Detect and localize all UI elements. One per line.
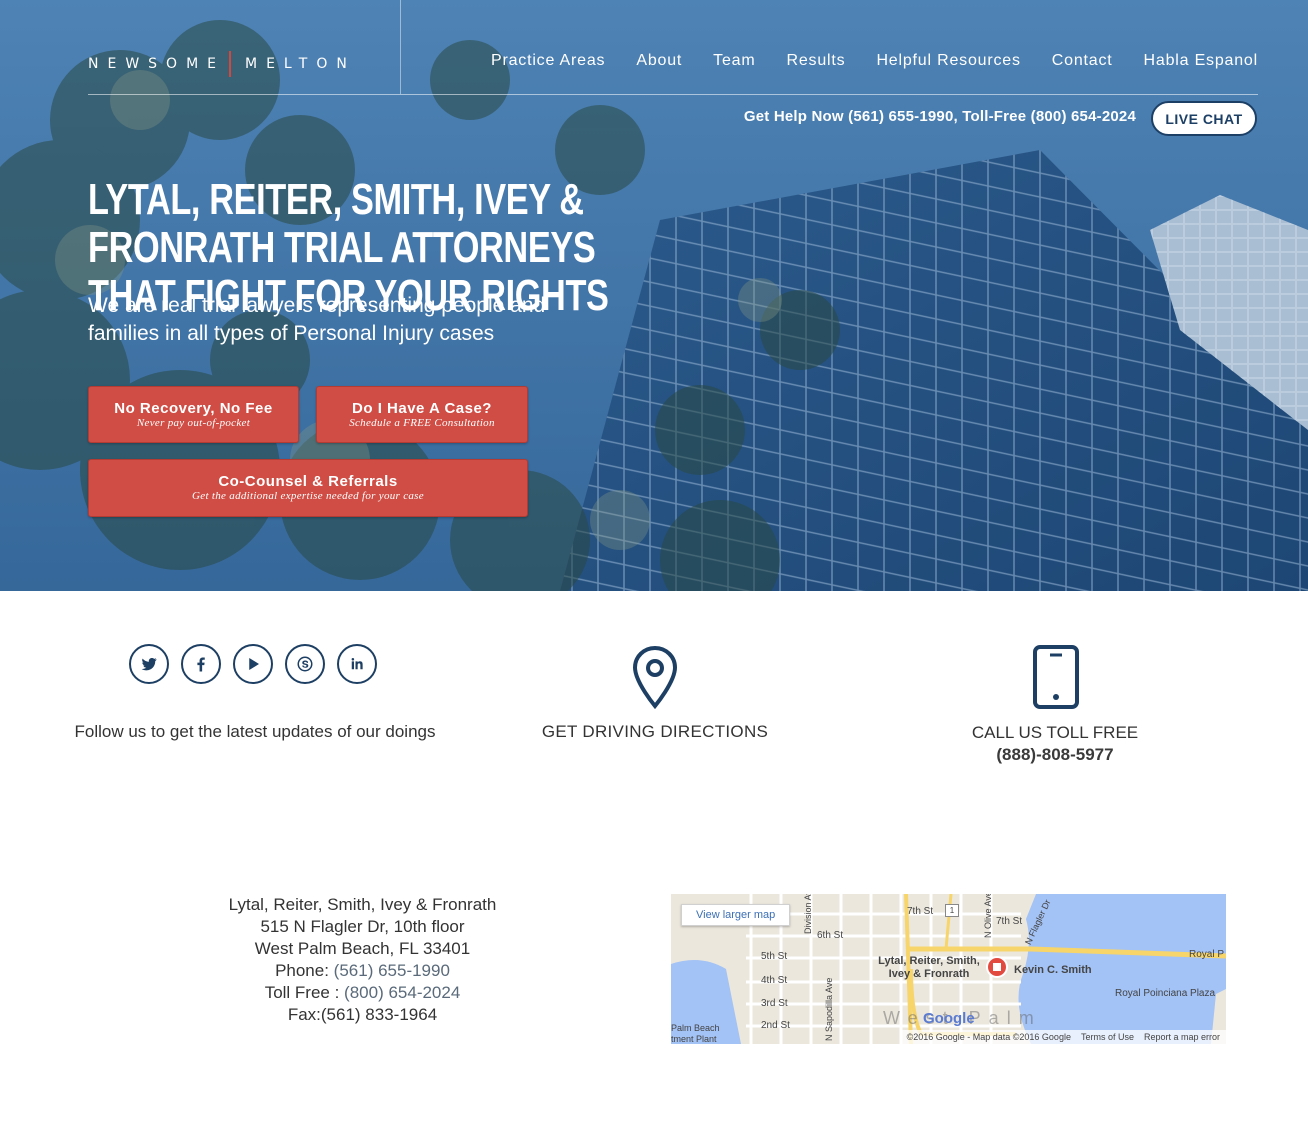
do-i-have-a-case-button[interactable]: Do I Have A Case? Schedule a FREE Consul… (316, 386, 528, 443)
logo-text-right: MELTON (245, 56, 356, 72)
map-footer: ©2016 Google - Map data ©2016 Google Ter… (900, 1030, 1226, 1044)
cta-title: No Recovery, No Fee (114, 399, 273, 417)
map-marker-label-2: Kevin C. Smith (1014, 964, 1092, 976)
nav-helpful-resources[interactable]: Helpful Resources (876, 52, 1020, 70)
phone-label: Phone: (275, 961, 334, 980)
driving-directions-link[interactable]: GET DRIVING DIRECTIONS (500, 722, 810, 742)
hero-banner: NEWSOME MELTON Practice Areas About Team… (0, 0, 1308, 591)
map-street-label: 5th St (761, 951, 788, 962)
call-toll-free-block: CALL US TOLL FREE (888)-808-5977 (905, 722, 1205, 766)
map-pin-icon[interactable] (631, 645, 679, 709)
twitter-icon[interactable] (129, 644, 169, 684)
map-street-label: 7th St (996, 916, 1023, 927)
nav-habla-espanol[interactable]: Habla Espanol (1144, 52, 1258, 70)
map-terms-link[interactable]: Terms of Use (1081, 1032, 1134, 1042)
co-counsel-referrals-button[interactable]: Co-Counsel & Referrals Get the additiona… (88, 459, 528, 517)
call-label: CALL US TOLL FREE (971, 723, 1139, 742)
map-street-label: Division Ave (803, 894, 813, 934)
main-navigation: Practice Areas About Team Results Helpfu… (491, 52, 1258, 70)
help-phone-numbers[interactable]: Get Help Now (561) 655-1990, Toll-Free (… (744, 108, 1136, 125)
phone-line: Phone: (561) 655-1990 (190, 960, 535, 982)
google-logo: Google (923, 1010, 975, 1027)
nav-about[interactable]: About (636, 52, 682, 70)
nav-team[interactable]: Team (713, 52, 755, 70)
facebook-icon[interactable] (181, 644, 221, 684)
cta-subtitle: Never pay out-of-pocket (136, 416, 251, 429)
nav-results[interactable]: Results (786, 52, 845, 70)
map-place-label: Royal Poinciana Plaza (1115, 988, 1216, 999)
tollfree-link[interactable]: (800) 654-2024 (344, 983, 460, 1002)
cta-title: Co-Counsel & Referrals (218, 473, 398, 490)
nav-contact[interactable]: Contact (1052, 52, 1113, 70)
map-street-label: N Olive Ave (983, 894, 993, 938)
map-marker-label: Lytal, Reiter, Smith, Ivey & Fronrath (878, 955, 980, 980)
map-report-error-link[interactable]: Report a map error (1144, 1032, 1220, 1042)
map-street-label: 7th St (907, 906, 934, 917)
youtube-icon[interactable] (233, 644, 273, 684)
no-recovery-no-fee-button[interactable]: No Recovery, No Fee Never pay out-of-poc… (88, 386, 299, 443)
route-shield-icon: 1 (945, 904, 959, 917)
fax-line: Fax:(561) 833-1964 (287, 1005, 438, 1024)
tollfree-line: Toll Free : (800) 654-2024 (190, 982, 535, 1004)
embedded-map[interactable]: View larger map 7th St 6th St 5th St 4th… (671, 894, 1226, 1044)
map-street-label: 6th St (817, 930, 844, 941)
map-street-label: 4th St (761, 975, 788, 986)
skype-icon[interactable] (285, 644, 325, 684)
call-number-link[interactable]: (888)-808-5977 (905, 744, 1205, 766)
firm-name: Lytal, Reiter, Smith, Ivey & Fronrath (228, 895, 497, 914)
nav-practice-areas[interactable]: Practice Areas (491, 52, 605, 70)
social-links (129, 644, 377, 684)
map-copyright: ©2016 Google - Map data ©2016 Google (906, 1032, 1071, 1042)
office-address: Lytal, Reiter, Smith, Ivey & Fronrath 51… (190, 894, 535, 1026)
site-logo[interactable]: NEWSOME MELTON (88, 51, 356, 77)
cta-subtitle: Get the additional expertise needed for … (192, 490, 424, 502)
map-place-label: tment Plant (671, 1034, 717, 1044)
street-address: 515 N Flagler Dr, 10th floor (260, 917, 465, 936)
map-place-label: Palm Beach (671, 1023, 720, 1033)
hero-subhead: We are real trial lawyers representing p… (88, 294, 546, 345)
logo-divider (229, 51, 231, 77)
cta-subtitle: Schedule a FREE Consultation (349, 416, 495, 429)
social-follow-text: Follow us to get the latest updates of o… (74, 722, 436, 741)
live-chat-button[interactable]: LIVE CHAT (1151, 101, 1257, 136)
logo-text-left: NEWSOME (88, 56, 225, 72)
header-divider-vertical (400, 0, 401, 94)
tollfree-label: Toll Free : (264, 983, 345, 1002)
phone-link[interactable]: (561) 655-1990 (334, 961, 450, 980)
map-street-label: N Sapodilla Ave (824, 977, 834, 1041)
view-larger-map-button[interactable]: View larger map (681, 904, 791, 926)
mobile-phone-icon[interactable] (1033, 645, 1079, 709)
map-street-label: 2nd St (761, 1020, 790, 1031)
cta-title: Do I Have A Case? (352, 399, 492, 417)
map-street-label: Royal P (1189, 949, 1225, 960)
linkedin-icon[interactable] (337, 644, 377, 684)
header-divider-horizontal (88, 94, 1258, 95)
map-street-label: 3rd St (761, 998, 788, 1009)
city-state-zip: West Palm Beach, FL 33401 (254, 939, 471, 958)
